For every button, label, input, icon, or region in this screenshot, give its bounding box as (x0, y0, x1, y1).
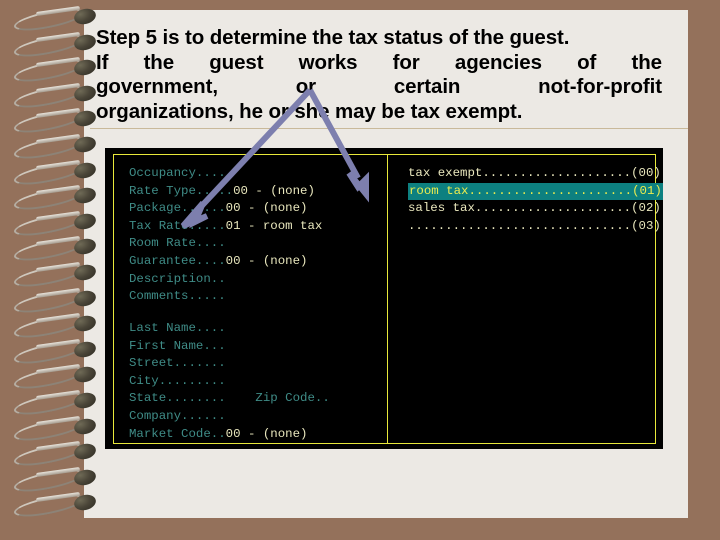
tax-option-selected[interactable]: room tax......................(01) (408, 182, 663, 201)
field-label: City......... (129, 373, 226, 388)
heading-word: government, (96, 75, 218, 99)
slide-heading: Step 5 is to determine the tax status of… (96, 26, 662, 124)
terminal-field-row[interactable]: City......... (129, 373, 330, 391)
field-label: Room Rate.... (129, 236, 226, 251)
heading-line-3: government, or certain not-for-profit (96, 75, 662, 100)
field-label: Tax Rate..... (129, 218, 226, 233)
terminal-field-row[interactable]: Street....... (129, 355, 330, 373)
field-value: 00 - (none) (233, 183, 315, 198)
field-label: Market Code.. (129, 426, 226, 441)
spiral-ring (14, 336, 98, 368)
tax-option[interactable]: tax exempt....................(00) (408, 166, 661, 180)
field-value: 00 - (none) (225, 201, 308, 216)
terminal-field-row[interactable]: Market Code..00 - (none) (129, 426, 330, 444)
tax-option[interactable]: ..............................(03) (408, 219, 661, 233)
spiral-ring (14, 439, 98, 470)
spiral-ring (14, 311, 98, 342)
heading-word: guest (209, 50, 264, 74)
terminal-field-row[interactable]: Description.. (129, 271, 322, 289)
heading-word: the (631, 50, 663, 74)
spiral-ring (14, 464, 98, 496)
heading-word: the (143, 50, 175, 74)
field-label: State........ (129, 391, 226, 406)
terminal-field-row[interactable]: First Name... (129, 338, 330, 356)
field-value: 01 - room tax (225, 218, 323, 233)
terminal-field-row[interactable]: Tax Rate.....01 - room tax (129, 218, 322, 236)
tax-option[interactable]: sales tax.....................(02) (408, 201, 661, 215)
terminal-field-row[interactable]: State........ Zip Code.. (129, 390, 330, 408)
terminal-field-row[interactable]: Occupancy.... (129, 165, 322, 183)
spiral-ring (14, 55, 98, 86)
tax-option-row[interactable]: tax exempt....................(00) (408, 165, 663, 183)
heading-word: agencies (454, 50, 542, 74)
spiral-ring (14, 388, 98, 419)
heading-line-2: If the guest works for agencies of the (96, 51, 662, 76)
reservation-fields-group-1: Occupancy.... Rate Type.....00 - (none) Pa… (129, 165, 322, 306)
heading-word: If (96, 50, 109, 74)
heading-word: certain (393, 75, 461, 99)
terminal-field-row[interactable]: Company...... (129, 408, 330, 426)
field-label: Rate Type..... (129, 183, 234, 198)
spiral-ring (14, 234, 98, 266)
field-label: Street....... (129, 356, 226, 371)
field-label: Last Name.... (129, 321, 226, 335)
spiral-ring (14, 490, 98, 522)
spiral-ring (14, 413, 98, 445)
slide-canvas: Step 5 is to determine the tax status of… (0, 0, 720, 540)
heading-word: not-for-profit (538, 75, 662, 99)
field-label: Company...... (129, 408, 226, 423)
terminal-panel-divider (387, 154, 388, 444)
terminal-field-row[interactable]: Comments..... (129, 288, 322, 306)
tax-option-row[interactable]: ..............................(03) (408, 218, 663, 236)
tax-option-row[interactable]: room tax......................(01) (408, 182, 663, 201)
spiral-ring (14, 4, 98, 35)
tax-option-row[interactable]: sales tax.....................(02) (408, 200, 663, 218)
heading-divider-rule (90, 128, 688, 129)
heading-word: or (295, 75, 317, 99)
field-label: Package...... (129, 201, 226, 216)
spiral-ring (14, 29, 98, 61)
field-label: Guarantee.... (129, 253, 226, 268)
terminal-screen: Occupancy.... Rate Type.....00 - (none) Pa… (105, 148, 663, 449)
guest-fields-group-2: Last Name.... First Name... Street....... C… (129, 320, 330, 443)
terminal-field-row[interactable]: Guarantee....00 - (none) (129, 253, 322, 271)
field-label: Comments..... (129, 289, 226, 304)
spiral-ring (14, 132, 98, 163)
terminal-field-row[interactable]: Package......00 - (none) (129, 200, 322, 218)
spiral-ring (14, 80, 98, 112)
heading-line-4: organizations, he or she may be tax exem… (96, 99, 523, 123)
terminal-field-row[interactable]: Rate Type.....00 - (none) (129, 183, 322, 201)
spiral-ring (14, 362, 98, 394)
field-label: First Name... (129, 338, 226, 353)
spiral-ring (14, 157, 98, 189)
field-label: Description.. (129, 271, 226, 286)
heading-word: for (392, 50, 420, 74)
heading-word: works (298, 50, 358, 74)
spiral-ring (14, 106, 98, 138)
spiral-ring (14, 285, 98, 317)
field-spacer (226, 391, 256, 405)
field-label-secondary: Zip Code.. (255, 391, 330, 406)
field-label: Occupancy.... (129, 166, 226, 180)
field-value: 00 - (none) (225, 426, 308, 441)
terminal-field-row[interactable]: Room Rate.... (129, 235, 322, 253)
terminal-field-row[interactable]: Last Name.... (129, 320, 330, 338)
spiral-ring (14, 260, 98, 291)
field-value: 00 - (none) (225, 253, 308, 268)
spiral-ring (14, 208, 98, 240)
heading-word: of (577, 50, 597, 74)
heading-line-1: Step 5 is to determine the tax status of… (96, 26, 570, 49)
tax-rate-options-list: tax exempt....................(00) room t… (408, 165, 663, 235)
spiral-ring (14, 183, 98, 214)
